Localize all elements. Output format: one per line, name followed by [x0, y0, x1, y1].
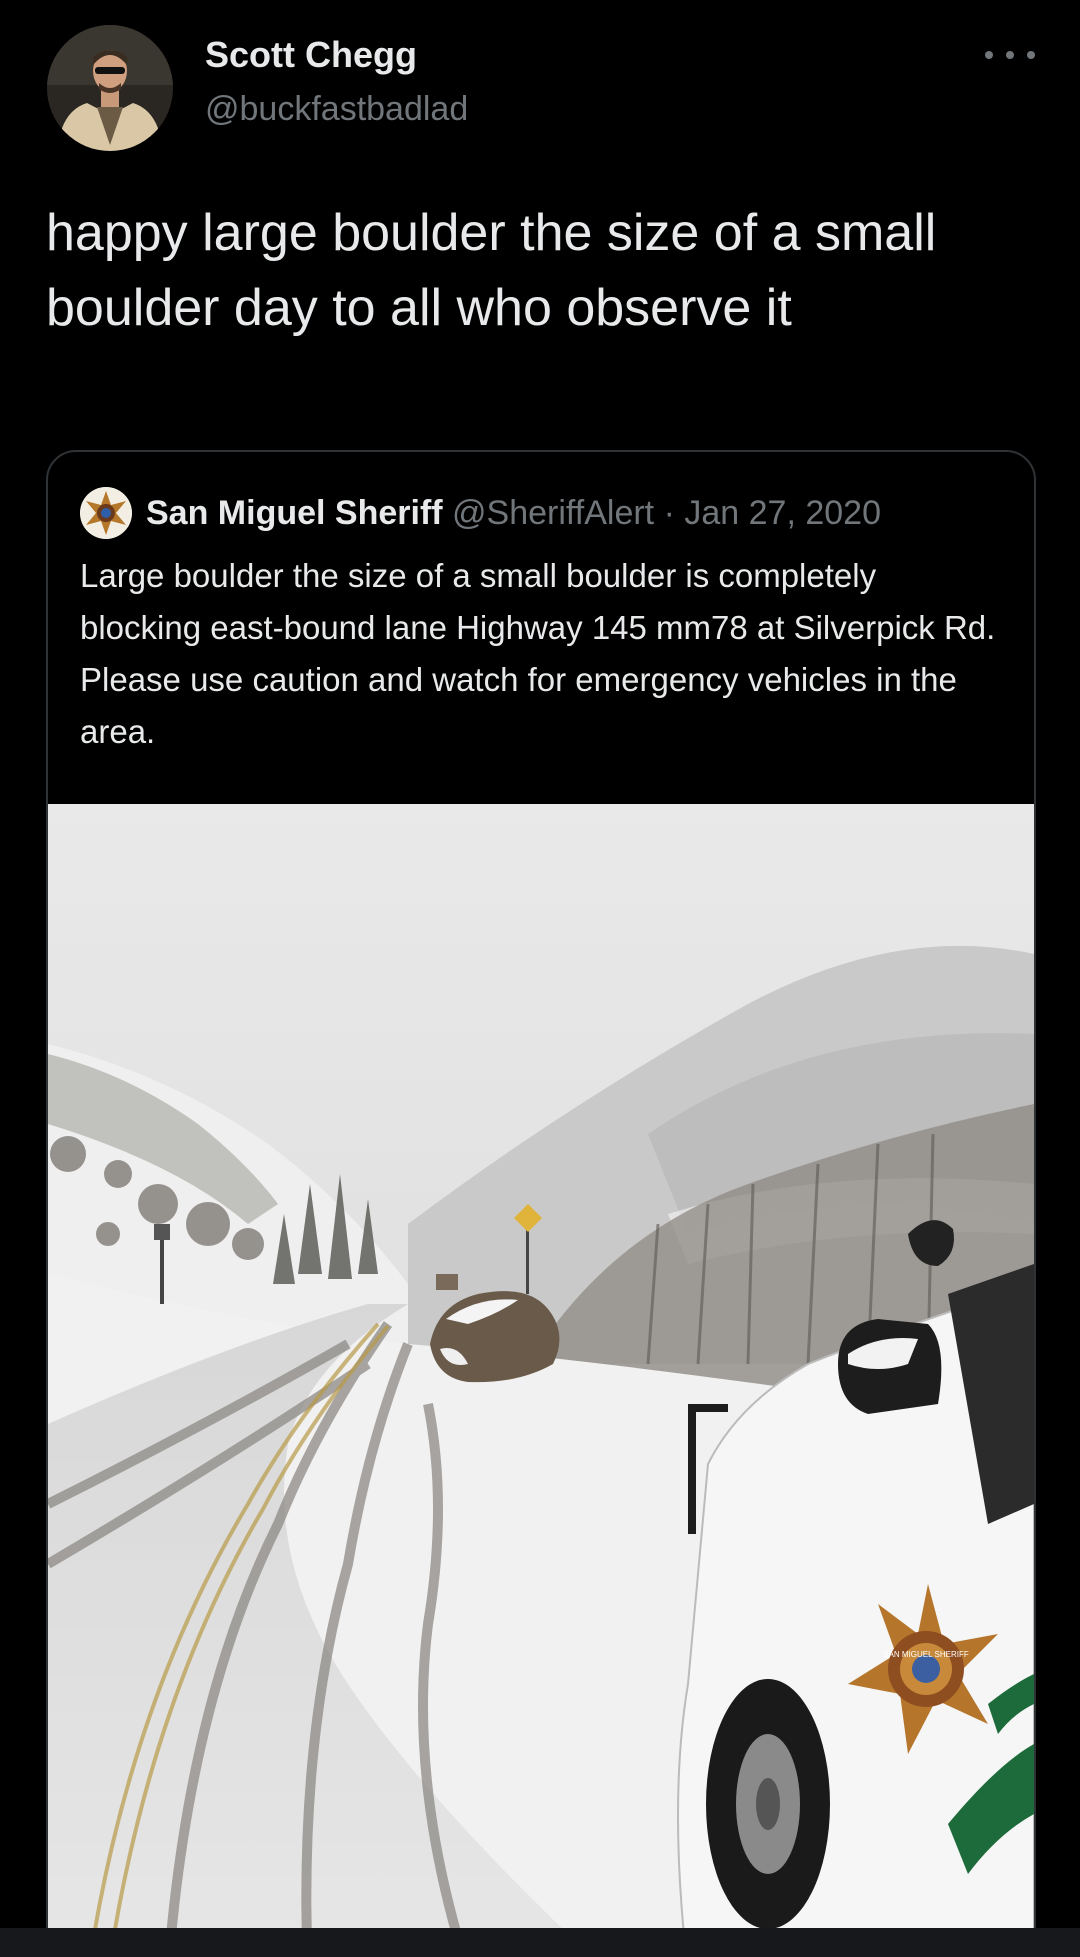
- author-handle[interactable]: @buckfastbadlad: [205, 90, 468, 129]
- bottom-nav-bar: [0, 1928, 1080, 1957]
- meta-separator: ·: [663, 494, 675, 532]
- quoted-tweet-date[interactable]: Jan 27, 2020: [684, 494, 881, 532]
- person-avatar-icon: [47, 25, 173, 151]
- author-display-name[interactable]: Scott Chegg: [205, 34, 417, 76]
- quoted-tweet-header: San Miguel Sheriff @SheriffAlert · Jan 2…: [146, 488, 881, 538]
- quoted-tweet-text: Large boulder the size of a small boulde…: [80, 557, 996, 750]
- quoted-author-display-name[interactable]: San Miguel Sheriff: [146, 494, 443, 532]
- quoted-author-handle[interactable]: @SheriffAlert: [452, 494, 654, 532]
- more-options-button[interactable]: [985, 40, 1035, 70]
- quoted-author-avatar[interactable]: [80, 487, 132, 539]
- author-avatar[interactable]: [47, 25, 173, 151]
- photo-badge-text: SAN MIGUEL SHERIFF: [883, 1650, 969, 1659]
- quoted-tweet-photo[interactable]: SAN MIGUEL SHERIFF: [48, 804, 1034, 1957]
- more-horizontal-icon: [985, 51, 993, 59]
- tweet-text: happy large boulder the size of a small …: [46, 204, 937, 337]
- tweet-page: Scott Chegg @buckfastbadlad happy large …: [0, 0, 1080, 1957]
- quoted-tweet-card[interactable]: San Miguel Sheriff @SheriffAlert · Jan 2…: [46, 450, 1036, 1957]
- sheriff-badge-icon: [80, 487, 132, 539]
